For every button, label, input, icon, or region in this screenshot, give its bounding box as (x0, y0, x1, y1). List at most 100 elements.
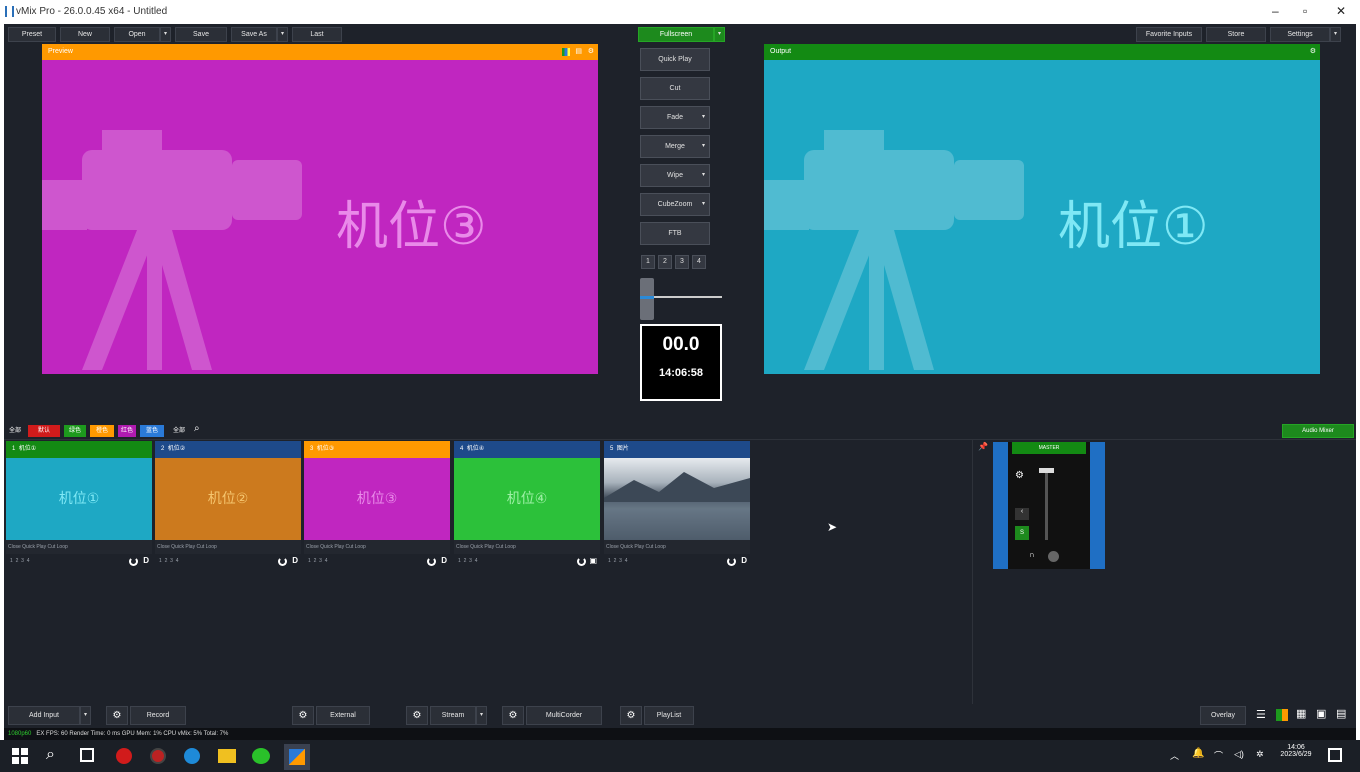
overlay-3-button[interactable]: 3 (619, 558, 622, 564)
merge-button[interactable]: Merge ▾ (640, 135, 710, 158)
audio-knob-icon[interactable] (278, 557, 287, 566)
input-controls-2[interactable]: 1 2 3 4 ▣ (454, 554, 600, 568)
input-5-header[interactable]: 5 图片 (604, 441, 750, 458)
input-controls[interactable]: Close Quick Play Cut Loop (6, 540, 152, 554)
overlay-2-button[interactable]: 2 (314, 558, 317, 564)
filter-tag-default[interactable]: 默认 (28, 425, 60, 437)
windows-start-icon[interactable] (12, 748, 28, 764)
input-controls[interactable]: Close Quick Play Cut Loop (454, 540, 600, 554)
new-button[interactable]: New (60, 27, 110, 42)
filter-tag-blue[interactable]: 蓝色 (140, 425, 164, 437)
overlay-1-button[interactable]: 1 (458, 558, 461, 564)
overlay-4-button[interactable]: 4 (475, 558, 478, 564)
overlay-1-button[interactable]: 1 (10, 558, 13, 564)
filter-tag-all-2[interactable]: 全部 (168, 425, 190, 437)
close-icon[interactable]: ✕ (1336, 4, 1346, 18)
transition-3-button[interactable]: 3 (675, 255, 689, 269)
mute-button[interactable]: ‹ (1015, 508, 1029, 520)
playlist-button[interactable]: PlayList (644, 706, 694, 725)
t-bar-handle[interactable] (640, 278, 654, 320)
input-4-header[interactable]: 4 机位④ (454, 441, 600, 458)
input-3-thumbnail[interactable]: 机位③ (304, 458, 450, 540)
overlay-2-button[interactable]: 2 (614, 558, 617, 564)
input-5-thumbnail[interactable] (604, 458, 750, 540)
right-channel-bar[interactable] (1090, 442, 1105, 569)
open-button[interactable]: Open (114, 27, 160, 42)
favorite-inputs-button[interactable]: Favorite Inputs (1136, 27, 1202, 42)
input-3-header[interactable]: 3 机位③ (304, 441, 450, 458)
external-button[interactable]: External (316, 706, 370, 725)
solo-button[interactable]: S (1015, 526, 1029, 540)
maximize-icon[interactable]: ▫ (1303, 4, 1307, 18)
volume-slider-track[interactable] (1045, 470, 1048, 540)
settings-dropdown-icon[interactable]: ▾ (1330, 27, 1341, 42)
output-gear-icon[interactable]: ⚙ (1310, 44, 1316, 60)
pan-knob-icon[interactable] (1048, 551, 1059, 562)
multicorder-button[interactable]: MultiCorder (526, 706, 602, 725)
input-1-thumbnail[interactable]: 机位① (6, 458, 152, 540)
volume-slider-handle[interactable] (1039, 468, 1054, 473)
output-screen[interactable]: 机位① (764, 60, 1320, 374)
transition-4-button[interactable]: 4 (692, 255, 706, 269)
input-4[interactable]: 4 机位④ 机位④ Close Quick Play Cut Loop 1 2 … (454, 441, 600, 568)
input-method-icon[interactable]: ✲ (1256, 749, 1264, 760)
chevron-up-icon[interactable]: ︿ (1170, 749, 1179, 762)
stream-dropdown-icon[interactable]: ▾ (476, 706, 487, 725)
clock[interactable]: 14:06 2023/6/29 (1274, 744, 1318, 758)
loop-icon[interactable]: D (741, 554, 747, 568)
input-4-thumbnail[interactable]: 机位④ (454, 458, 600, 540)
audio-knob-icon[interactable] (727, 557, 736, 566)
settings-button[interactable]: Settings (1270, 27, 1330, 42)
wechat-icon[interactable] (252, 748, 270, 764)
input-3[interactable]: 3 机位③ 机位③ Close Quick Play Cut Loop 1 2 … (304, 441, 450, 568)
input-controls-2[interactable]: 1 2 3 4 D (304, 554, 450, 568)
filter-tag-orange[interactable]: 橙色 (90, 425, 114, 437)
cubezoom-button[interactable]: CubeZoom ▾ (640, 193, 710, 216)
gear-icon[interactable]: ⚙ (588, 44, 594, 60)
t-bar-track[interactable] (654, 296, 722, 298)
input-2-header[interactable]: 2 机位② (155, 441, 301, 458)
search-icon[interactable]: ⌕ (194, 423, 200, 434)
input-1[interactable]: 1 机位① 机位① Close Quick Play Cut Loop 1 2 … (6, 441, 152, 568)
fullscreen-view-icon[interactable]: ▣ (1316, 707, 1326, 720)
left-channel-bar[interactable] (993, 442, 1008, 569)
wipe-button[interactable]: Wipe ▾ (640, 164, 710, 187)
audio-knob-icon[interactable] (427, 557, 436, 566)
app-icon[interactable] (116, 748, 132, 764)
open-dropdown-icon[interactable]: ▾ (160, 27, 171, 42)
network-icon[interactable]: ⌒ (1214, 749, 1223, 762)
fullscreen-button[interactable]: Fullscreen (638, 27, 714, 42)
input-5[interactable]: 5 图片 Close Quick Play Cut Loop 1 2 3 4 D (604, 441, 750, 568)
audio-knob-icon[interactable] (129, 557, 138, 566)
ftb-button[interactable]: FTB (640, 222, 710, 245)
overlay-button[interactable]: Overlay (1200, 706, 1246, 725)
loop-icon[interactable]: ▣ (589, 554, 597, 568)
loop-icon[interactable]: D (143, 554, 149, 568)
input-controls-2[interactable]: 1 2 3 4 D (6, 554, 152, 568)
overlay-2-button[interactable]: 2 (16, 558, 19, 564)
store-button[interactable]: Store (1206, 27, 1266, 42)
notification-icon[interactable]: 🔔 (1192, 748, 1204, 759)
add-input-dropdown-icon[interactable]: ▾ (80, 706, 91, 725)
stream-settings-gear-icon[interactable]: ⚙ (406, 706, 428, 725)
preview-screen[interactable]: 机位③ (42, 60, 598, 374)
save-as-dropdown-icon[interactable]: ▾ (277, 27, 288, 42)
fade-button[interactable]: Fade ▾ (640, 106, 710, 129)
filter-tag-green[interactable]: 绿色 (64, 425, 86, 437)
search-icon[interactable]: ⌕ (46, 746, 55, 764)
color-bars-icon[interactable] (562, 48, 570, 56)
loop-icon[interactable]: D (292, 554, 298, 568)
volume-icon[interactable]: ◁) (1234, 749, 1244, 760)
overlay-3-button[interactable]: 3 (469, 558, 472, 564)
record-button[interactable]: Record (130, 706, 186, 725)
file-explorer-icon[interactable] (218, 749, 236, 763)
input-controls[interactable]: Close Quick Play Cut Loop (604, 540, 750, 554)
audio-mixer-button[interactable]: Audio Mixer (1282, 424, 1354, 438)
overlay-1-button[interactable]: 1 (159, 558, 162, 564)
transition-1-button[interactable]: 1 (641, 255, 655, 269)
overlay-2-button[interactable]: 2 (464, 558, 467, 564)
overlay-1-button[interactable]: 1 (608, 558, 611, 564)
minimize-icon[interactable]: – (1272, 4, 1279, 18)
overlay-2-button[interactable]: 2 (165, 558, 168, 564)
overlay-3-button[interactable]: 3 (21, 558, 24, 564)
